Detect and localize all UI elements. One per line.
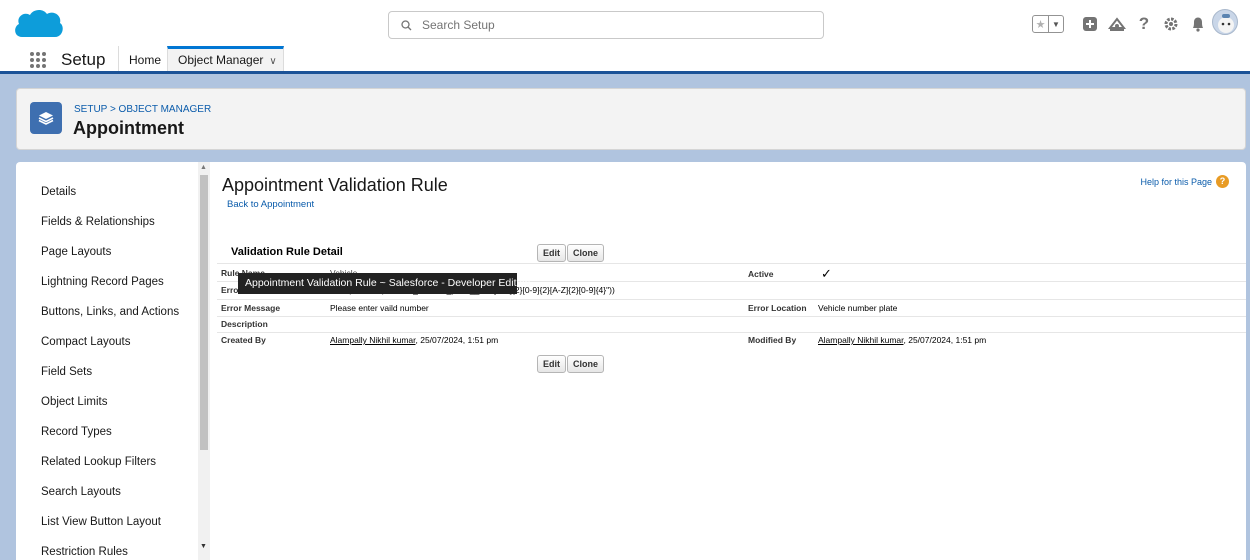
modified-by-value: Alampally Nikhil kumar, 25/07/2024, 1:51… bbox=[818, 335, 986, 345]
sidebar-item-list-view-button-layout[interactable]: List View Button Layout bbox=[41, 516, 161, 528]
favorites-star-icon[interactable]: ★ bbox=[1033, 16, 1048, 32]
validation-rule-content: Appointment Validation Rule Back to Appo… bbox=[212, 162, 1246, 560]
modified-by-label: Modified By bbox=[748, 335, 797, 345]
sidebar-item-record-types[interactable]: Record Types bbox=[41, 426, 112, 438]
row-divider bbox=[217, 332, 1246, 333]
created-by-value: Alampally Nikhil kumar, 25/07/2024, 1:51… bbox=[330, 335, 498, 345]
sidebar-item-field-sets[interactable]: Field Sets bbox=[41, 366, 92, 378]
active-label: Active bbox=[748, 269, 774, 279]
tab-object-manager[interactable]: Object Manager ∨ bbox=[167, 46, 284, 71]
clone-button-top[interactable]: Clone bbox=[567, 244, 605, 262]
sidebar-item-object-limits[interactable]: Object Limits bbox=[41, 396, 107, 408]
breadcrumb[interactable]: SETUP > OBJECT MANAGER bbox=[74, 104, 211, 115]
page-title: Appointment Validation Rule bbox=[222, 175, 448, 195]
row-divider bbox=[217, 299, 1246, 300]
error-location-value: Vehicle number plate bbox=[818, 303, 898, 313]
sidebar-item-related-lookup-filters[interactable]: Related Lookup Filters bbox=[41, 456, 156, 468]
notifications-bell-icon[interactable] bbox=[1186, 12, 1210, 36]
favorites-dropdown-icon[interactable]: ▼ bbox=[1048, 16, 1063, 32]
app-nav-bar: Setup Home Object Manager ∨ bbox=[0, 46, 1250, 74]
clone-button-bottom[interactable]: Clone bbox=[567, 355, 605, 373]
setup-gear-icon[interactable] bbox=[1159, 12, 1183, 36]
search-icon bbox=[401, 19, 412, 30]
object-header: SETUP > OBJECT MANAGER Appointment bbox=[16, 88, 1246, 150]
search-placeholder: Search Setup bbox=[422, 18, 495, 32]
salesforce-logo[interactable] bbox=[12, 7, 64, 41]
global-actions-icon[interactable] bbox=[1078, 12, 1102, 36]
modified-by-date: , 25/07/2024, 1:51 pm bbox=[903, 335, 987, 345]
edit-button-top[interactable]: Edit bbox=[537, 244, 566, 262]
sidebar-item-restriction-rules[interactable]: Restriction Rules bbox=[41, 546, 128, 558]
created-by-user-link[interactable]: Alampally Nikhil kumar bbox=[330, 335, 416, 345]
sidebar-item-fields-relationships[interactable]: Fields & Relationships bbox=[41, 216, 155, 228]
tab-object-manager-label: Object Manager bbox=[178, 53, 264, 67]
app-launcher-icon[interactable] bbox=[30, 52, 46, 68]
section-title: Validation Rule Detail bbox=[231, 246, 343, 258]
help-icon[interactable]: ? bbox=[1132, 12, 1156, 36]
favorites-group: ★ ▼ bbox=[1032, 15, 1064, 33]
header-actions: ★ ▼ ? bbox=[1032, 12, 1213, 36]
help-question-icon[interactable]: ? bbox=[1216, 175, 1229, 188]
tab-home[interactable]: Home bbox=[118, 46, 171, 71]
app-name: Setup bbox=[61, 50, 106, 69]
help-for-page-link[interactable]: Help for this Page bbox=[1140, 177, 1212, 187]
sidebar-item-search-layouts[interactable]: Search Layouts bbox=[41, 486, 121, 498]
user-avatar[interactable] bbox=[1212, 9, 1238, 35]
edit-button-bottom[interactable]: Edit bbox=[537, 355, 566, 373]
error-message-value: Please enter vaild number bbox=[330, 303, 429, 313]
main-panel: Details Fields & Relationships Page Layo… bbox=[16, 162, 1246, 560]
modified-by-user-link[interactable]: Alampally Nikhil kumar bbox=[818, 335, 904, 345]
scroll-down-arrow-icon[interactable]: ▼ bbox=[200, 543, 207, 550]
error-location-label: Error Location bbox=[748, 303, 807, 313]
created-by-date: , 25/07/2024, 1:51 pm bbox=[415, 335, 499, 345]
error-message-label: Error Message bbox=[221, 303, 281, 313]
global-header: Search Setup ★ ▼ ? bbox=[0, 0, 1250, 46]
active-checkmark-icon: ✓ bbox=[821, 266, 832, 281]
created-by-label: Created By bbox=[221, 335, 266, 345]
tab-home-label: Home bbox=[129, 53, 162, 67]
back-to-appointment-link[interactable]: Back to Appointment bbox=[227, 199, 314, 210]
sidebar-item-details[interactable]: Details bbox=[41, 186, 76, 198]
sidebar-scroll-thumb[interactable] bbox=[200, 175, 208, 450]
row-divider bbox=[217, 263, 1246, 264]
tab-title-tooltip: Appointment Validation Rule ~ Salesforce… bbox=[238, 273, 531, 294]
sidebar-item-compact-layouts[interactable]: Compact Layouts bbox=[41, 336, 131, 348]
sidebar-item-buttons-links-actions[interactable]: Buttons, Links, and Actions bbox=[41, 306, 179, 318]
search-setup-input[interactable]: Search Setup bbox=[388, 11, 824, 39]
row-divider bbox=[217, 316, 1246, 317]
object-sidebar: Details Fields & Relationships Page Layo… bbox=[16, 162, 212, 560]
layers-icon bbox=[30, 102, 62, 134]
object-title: Appointment bbox=[73, 118, 184, 138]
chevron-down-icon[interactable]: ∨ bbox=[269, 56, 276, 67]
description-label: Description bbox=[221, 319, 268, 329]
scroll-up-arrow-icon[interactable]: ▲ bbox=[200, 164, 207, 171]
trailhead-icon[interactable] bbox=[1105, 12, 1129, 36]
sidebar-item-lightning-record-pages[interactable]: Lightning Record Pages bbox=[41, 276, 164, 288]
sidebar-item-page-layouts[interactable]: Page Layouts bbox=[41, 246, 111, 258]
